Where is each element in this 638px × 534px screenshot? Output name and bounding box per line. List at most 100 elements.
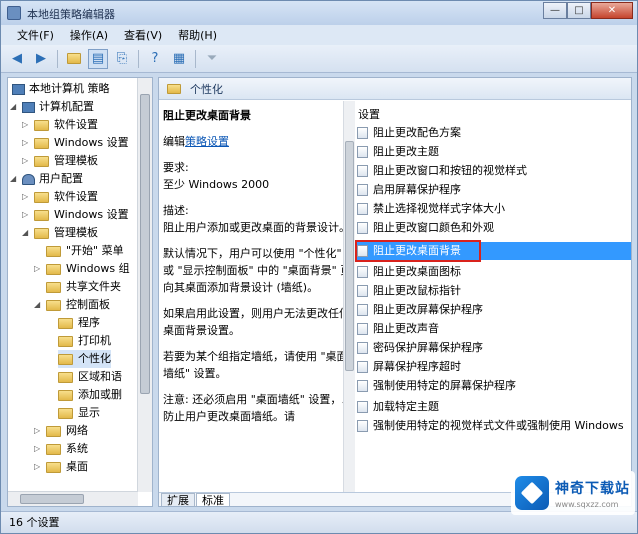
help-icon[interactable]: ? bbox=[145, 49, 165, 69]
setting-item[interactable]: 阻止更改桌面图标 bbox=[355, 263, 631, 281]
scrollbar-thumb[interactable] bbox=[20, 494, 84, 504]
tree-item-personalization[interactable]: 个性化 bbox=[58, 350, 111, 368]
expand-triangle-icon[interactable]: ◢ bbox=[34, 296, 43, 314]
setting-item[interactable]: 禁止选择视觉样式字体大小 bbox=[355, 200, 631, 218]
collapse-triangle-icon[interactable]: ▷ bbox=[22, 116, 31, 134]
setting-item[interactable]: 阻止更改配色方案 bbox=[355, 124, 631, 142]
group-policy-editor-window: 本地组策略编辑器 — □ ✕ 文件(F) 操作(A) 查看(V) 帮助(H) ◀… bbox=[0, 0, 638, 534]
collapse-triangle-icon[interactable]: ▷ bbox=[22, 152, 31, 170]
tree-item-windows-settings[interactable]: ▷ Windows 设置 bbox=[22, 206, 129, 224]
collapse-triangle-icon[interactable]: ▷ bbox=[34, 458, 43, 476]
folder-icon bbox=[58, 317, 73, 329]
tree-item-software-settings[interactable]: ▷ 软件设置 bbox=[22, 188, 98, 206]
tree-item-printers[interactable]: 打印机 bbox=[58, 332, 111, 350]
tree-item-admin-templates[interactable]: ▷ 管理模板 bbox=[22, 152, 98, 170]
description-panel: 阻止更改桌面背景 编辑策略设置 要求: 至少 Windows 2000 描述: 阻止… bbox=[159, 101, 355, 492]
description-text: 注意: 还必须启用 "桌面墙纸" 设置，以防止用户更改桌面墙纸。请 bbox=[163, 393, 353, 423]
tree-item-label: 管理模板 bbox=[54, 154, 98, 167]
scrollbar-thumb[interactable] bbox=[345, 141, 354, 371]
description-body: 描述: 阻止用户添加或更改桌面的背景设计。 bbox=[163, 202, 355, 236]
setting-label: 启用屏幕保护程序 bbox=[373, 183, 461, 196]
tree-item-network[interactable]: ▷ 网络 bbox=[34, 422, 88, 440]
tree-item-local-computer-policy[interactable]: 本地计算机 策略 bbox=[12, 80, 110, 98]
tab-extended[interactable]: 扩展 bbox=[161, 493, 195, 506]
expand-triangle-icon[interactable]: ◢ bbox=[22, 224, 31, 242]
policy-setting-icon bbox=[357, 361, 368, 373]
tab-standard[interactable]: 标准 bbox=[196, 493, 230, 506]
description-scrollbar[interactable] bbox=[343, 101, 355, 492]
description-text: 默认情况下，用户可以使用 "个性化" 或 "显示控制面板" 中的 "桌面背景" … bbox=[163, 247, 352, 294]
tree-item-label: 程序 bbox=[78, 316, 100, 329]
policy-setting-icon bbox=[357, 285, 368, 297]
setting-item[interactable]: 阻止更改窗口和按钮的视觉样式 bbox=[355, 162, 631, 180]
toolbar: ◀ ▶ ▤ ⎘ ? ▦ ⏷ bbox=[1, 45, 637, 73]
setting-item[interactable]: 阻止更改鼠标指针 bbox=[355, 282, 631, 300]
tree-item-region-language[interactable]: 区域和语 bbox=[58, 368, 122, 386]
back-arrow-icon[interactable]: ◀ bbox=[7, 49, 27, 69]
tree-item-windows-settings[interactable]: ▷ Windows 设置 bbox=[22, 134, 129, 152]
edit-prefix: 编辑 bbox=[163, 135, 185, 148]
folder-icon bbox=[34, 155, 49, 167]
setting-item[interactable]: 强制使用特定的视觉样式文件或强制使用 Windows bbox=[355, 417, 631, 435]
tree-item-label: "开始" 菜单 bbox=[66, 244, 124, 257]
tree-item-user-config[interactable]: ◢ 用户配置 bbox=[10, 170, 83, 188]
settings-column-header[interactable]: 设置 bbox=[355, 106, 380, 122]
tree-item-admin-templates[interactable]: ◢ 管理模板 bbox=[22, 224, 98, 242]
setting-item[interactable]: 启用屏幕保护程序 bbox=[355, 181, 631, 199]
tree-vertical-scrollbar[interactable] bbox=[137, 78, 152, 492]
menu-action[interactable]: 操作(A) bbox=[62, 27, 116, 43]
setting-label: 强制使用特定的屏幕保护程序 bbox=[373, 379, 516, 392]
console-tree-icon[interactable]: ▤ bbox=[88, 48, 108, 69]
tree-item-desktop[interactable]: ▷ 桌面 bbox=[34, 458, 88, 476]
policy-title: 阻止更改桌面背景 bbox=[163, 109, 251, 122]
computer-icon bbox=[22, 101, 35, 113]
menu-file[interactable]: 文件(F) bbox=[9, 27, 62, 43]
expand-triangle-icon[interactable]: ◢ bbox=[10, 98, 19, 116]
collapse-triangle-icon[interactable]: ▷ bbox=[22, 206, 31, 224]
tree-item-computer-config[interactable]: ◢ 计算机配置 bbox=[10, 98, 94, 116]
minimize-button[interactable]: — bbox=[543, 2, 567, 19]
scrollbar-thumb[interactable] bbox=[140, 94, 150, 394]
tree-item-shared-folders[interactable]: 共享文件夹 bbox=[34, 278, 121, 296]
setting-item[interactable]: 阻止更改声音 bbox=[355, 320, 631, 338]
collapse-triangle-icon[interactable]: ▷ bbox=[34, 422, 43, 440]
policy-setting-icon bbox=[357, 165, 368, 177]
tree-item-system[interactable]: ▷ 系统 bbox=[34, 440, 88, 458]
setting-item[interactable]: 屏幕保护程序超时 bbox=[355, 358, 631, 376]
collapse-triangle-icon[interactable]: ▷ bbox=[22, 134, 31, 152]
tree-item-label: 本地计算机 策略 bbox=[29, 82, 110, 95]
tree-item-windows-components[interactable]: ▷ Windows 组 bbox=[34, 260, 130, 278]
setting-item[interactable]: 阻止更改窗口颜色和外观 bbox=[355, 219, 631, 237]
tree-item-control-panel[interactable]: ◢ 控制面板 bbox=[34, 296, 110, 314]
setting-item[interactable]: 阻止更改屏幕保护程序 bbox=[355, 301, 631, 319]
tree-item-add-remove[interactable]: 添加或删 bbox=[58, 386, 122, 404]
tree-item-start-menu[interactable]: "开始" 菜单 bbox=[34, 242, 124, 260]
maximize-button[interactable]: □ bbox=[567, 2, 591, 19]
watermark-logo-icon bbox=[515, 476, 549, 510]
setting-item[interactable]: 密码保护屏幕保护程序 bbox=[355, 339, 631, 357]
filter-icon[interactable]: ⏷ bbox=[202, 49, 222, 69]
tree-item-programs[interactable]: 程序 bbox=[58, 314, 100, 332]
title-bar: 本地组策略编辑器 — □ ✕ bbox=[1, 1, 637, 25]
setting-item[interactable]: 阻止更改主题 bbox=[355, 143, 631, 161]
properties-icon[interactable]: ▦ bbox=[169, 49, 189, 69]
tree-item-display[interactable]: 显示 bbox=[58, 404, 100, 422]
expand-triangle-icon[interactable]: ◢ bbox=[10, 170, 19, 188]
menu-help[interactable]: 帮助(H) bbox=[170, 27, 225, 43]
folder-icon bbox=[46, 425, 61, 437]
app-icon bbox=[7, 6, 21, 20]
collapse-triangle-icon[interactable]: ▷ bbox=[34, 440, 43, 458]
close-button[interactable]: ✕ bbox=[591, 2, 633, 19]
tree-item-software-settings[interactable]: ▷ 软件设置 bbox=[22, 116, 98, 134]
setting-item[interactable]: 强制使用特定的屏幕保护程序 bbox=[355, 377, 631, 395]
menu-view[interactable]: 查看(V) bbox=[116, 27, 170, 43]
collapse-triangle-icon[interactable]: ▷ bbox=[22, 188, 31, 206]
edit-policy-link[interactable]: 策略设置 bbox=[185, 135, 229, 148]
up-folder-icon[interactable] bbox=[64, 49, 84, 69]
tree-horizontal-scrollbar[interactable] bbox=[8, 491, 138, 506]
collapse-triangle-icon[interactable]: ▷ bbox=[34, 260, 43, 278]
setting-item[interactable]: 加载特定主题 bbox=[355, 398, 631, 416]
forward-arrow-icon[interactable]: ▶ bbox=[31, 49, 51, 69]
export-list-icon[interactable]: ⎘ bbox=[112, 49, 132, 69]
setting-label: 阻止更改桌面图标 bbox=[373, 265, 461, 278]
